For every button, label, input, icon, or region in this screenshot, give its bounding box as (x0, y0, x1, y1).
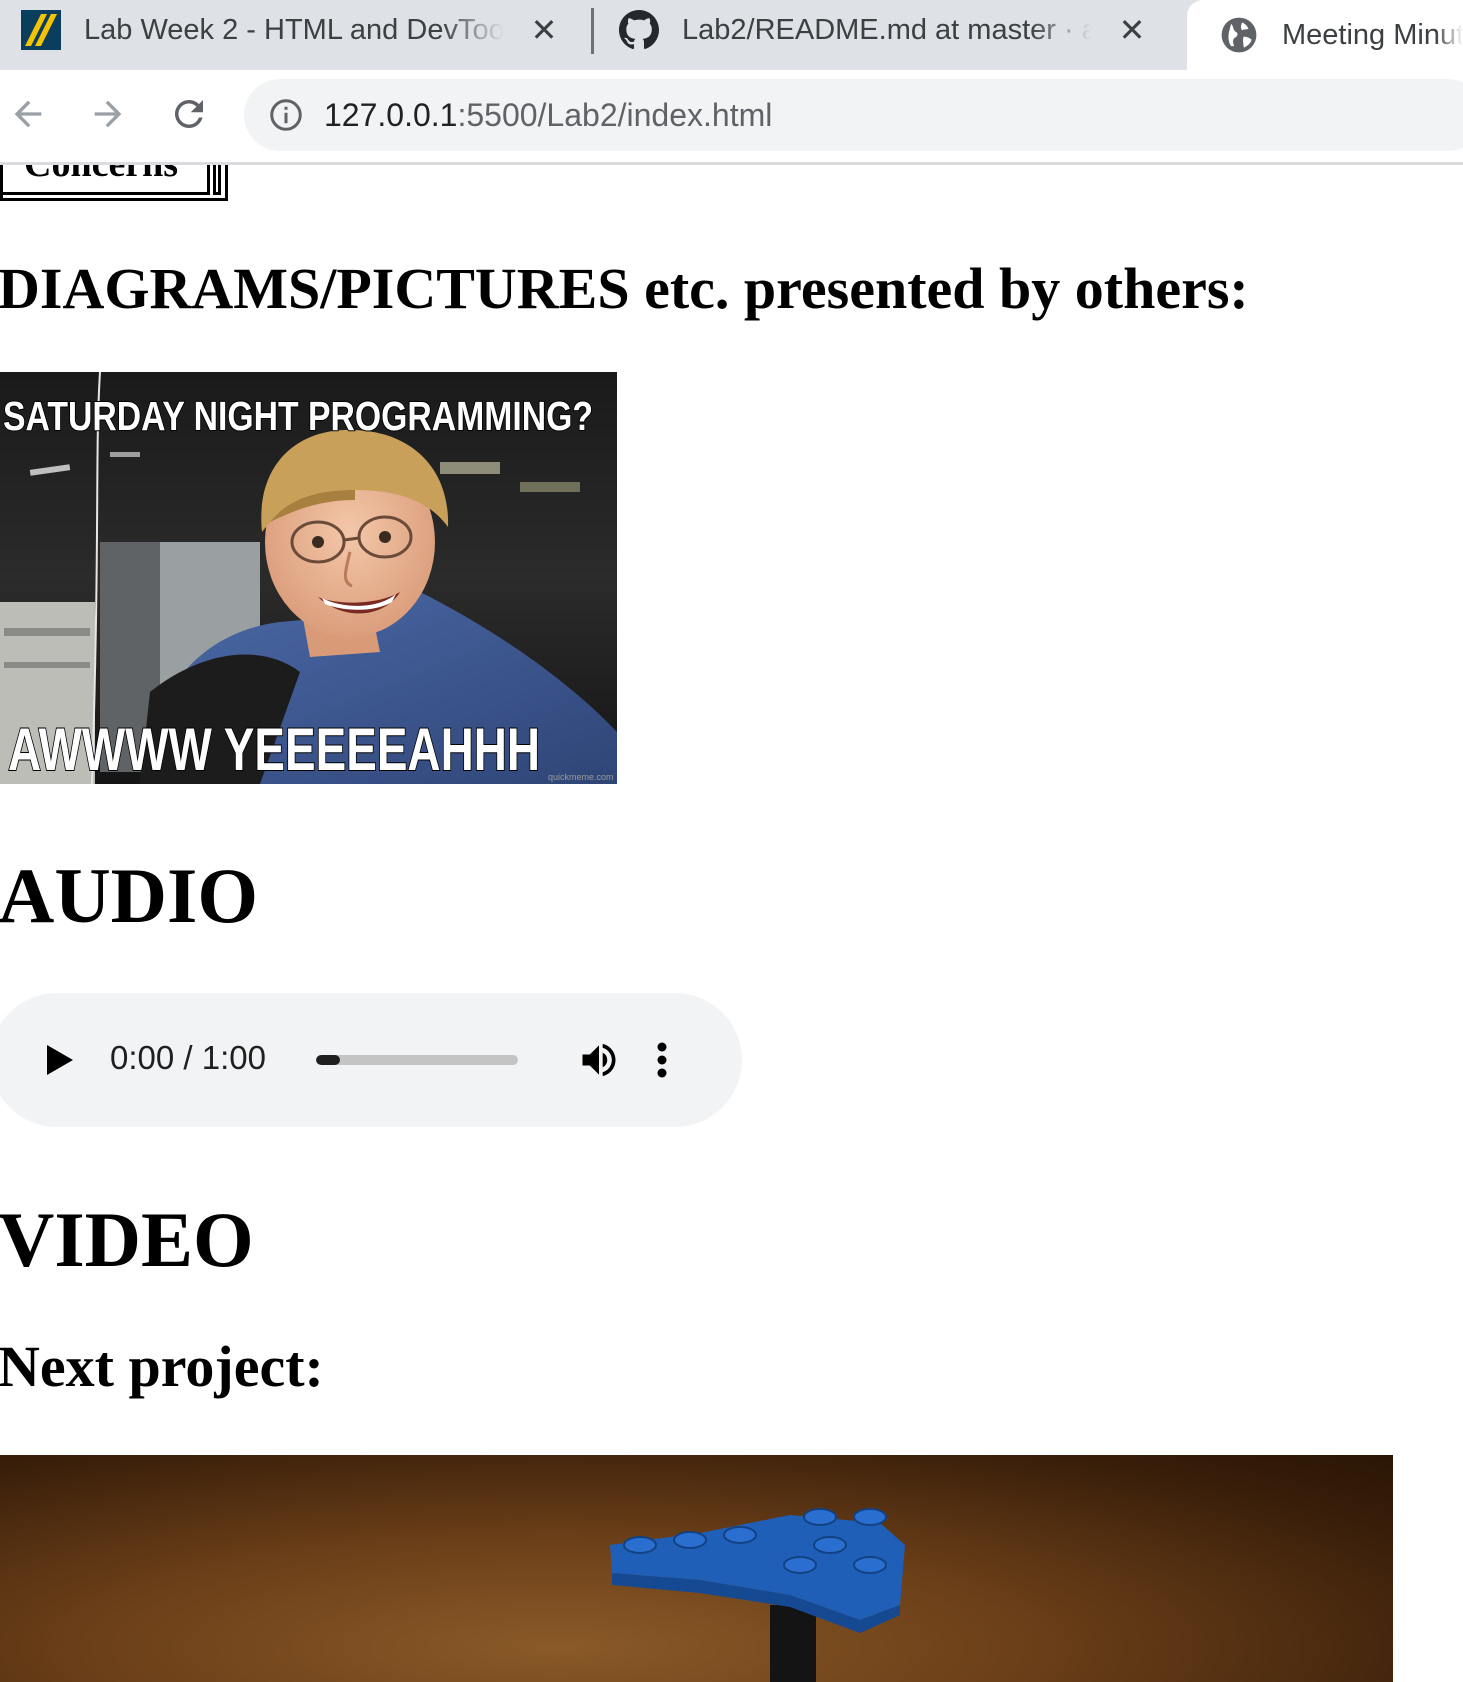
tab-divider (591, 8, 594, 54)
video-heading: VIDEO (0, 1196, 254, 1283)
globe-icon (1218, 14, 1260, 56)
url-text[interactable]: 127.0.0.1:5500/Lab2/index.html (324, 97, 772, 134)
tab-lab-week-2[interactable]: Lab Week 2 - HTML and DevTools ✕ (20, 0, 575, 60)
url-path: :5500/Lab2/index.html (457, 96, 773, 133)
next-project-heading: Next project: (0, 1334, 324, 1399)
reload-button[interactable] (161, 86, 217, 142)
arrow-left-icon (14, 100, 42, 128)
tab-title: Lab2/README.md at master · anthonykubice… (682, 13, 1092, 46)
meme-watermark: quickmeme.com (548, 772, 614, 782)
volume-icon (582, 1043, 616, 1077)
more-options-button[interactable] (650, 1038, 674, 1082)
tab-title: Meeting Minutes (1282, 18, 1463, 51)
info-icon[interactable] (266, 95, 306, 135)
diagrams-heading: DIAGRAMS/PICTURES etc. presented by othe… (0, 256, 1249, 321)
forward-button[interactable] (80, 86, 136, 142)
more-vert-icon (657, 1042, 667, 1078)
next-project-image (0, 1455, 1393, 1682)
meme-bottom-caption: AWWWW YEEEEEAHHH (8, 716, 540, 783)
audio-heading: AUDIO (0, 852, 259, 939)
reload-icon (175, 100, 203, 128)
meme-top-caption: SATURDAY NIGHT PROGRAMMING? (3, 393, 593, 439)
volume-button[interactable] (575, 1036, 623, 1084)
course-logo-icon (20, 9, 62, 51)
tab-strip: Lab Week 2 - HTML and DevTools ✕ Lab2/RE… (0, 0, 1463, 70)
tab-title: Lab Week 2 - HTML and DevTools (84, 13, 504, 46)
page-viewport[interactable]: Concerns DIAGRAMS/PICTURES etc. presente… (0, 165, 1463, 1682)
audio-player[interactable]: 0:00 / 1:00 (0, 993, 742, 1127)
url-host: 127.0.0.1 (324, 96, 458, 133)
browser-toolbar: 127.0.0.1:5500/Lab2/index.html (0, 70, 1463, 165)
lego-piece (610, 1508, 905, 1682)
tab-meeting-minutes[interactable]: Meeting Minutes (1187, 0, 1463, 70)
audio-time: 0:00 / 1:00 (110, 1039, 266, 1076)
github-icon (618, 9, 660, 51)
back-button[interactable] (0, 86, 56, 142)
audio-seek-bar[interactable] (316, 1055, 518, 1065)
concerns-legend: Concerns (24, 165, 178, 183)
close-icon[interactable]: ✕ (527, 12, 561, 48)
concerns-fieldset-edge (213, 165, 221, 195)
play-button[interactable] (40, 1038, 80, 1082)
meme-image: quickmeme.com SATURDAY NIGHT PROGRAMMING… (0, 372, 617, 784)
address-bar[interactable]: 127.0.0.1:5500/Lab2/index.html (244, 79, 1463, 151)
close-icon[interactable]: ✕ (1115, 12, 1149, 48)
play-icon (47, 1045, 73, 1075)
audio-progress-fill (316, 1055, 341, 1065)
arrow-right-icon (94, 100, 122, 128)
tab-github-readme[interactable]: Lab2/README.md at master · anthonykubice… (618, 0, 1163, 60)
